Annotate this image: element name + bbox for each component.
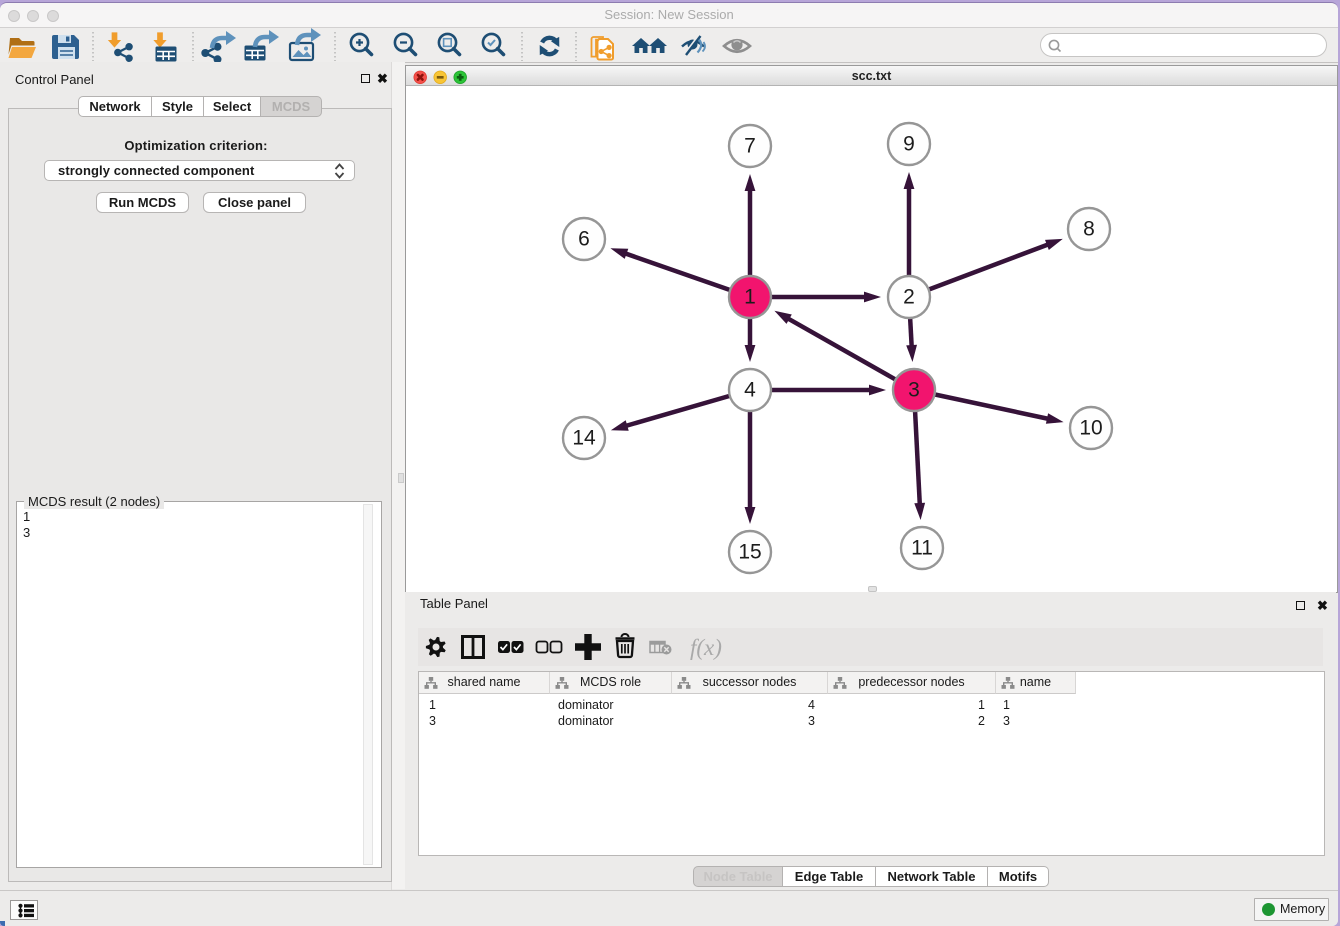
svg-text:10: 10 [1079,417,1102,440]
svg-text:3: 3 [908,379,920,402]
svg-text:8: 8 [1083,218,1095,241]
svg-text:9: 9 [903,133,915,156]
svg-text:1: 1 [744,286,756,309]
svg-text:14: 14 [572,427,596,450]
svg-text:11: 11 [911,537,933,560]
svg-text:15: 15 [738,541,761,564]
svg-text:f(x): f(x) [690,635,722,660]
svg-text:6: 6 [578,228,590,251]
svg-text:2: 2 [903,286,915,309]
svg-text:4: 4 [744,379,756,402]
svg-text:7: 7 [744,135,756,158]
